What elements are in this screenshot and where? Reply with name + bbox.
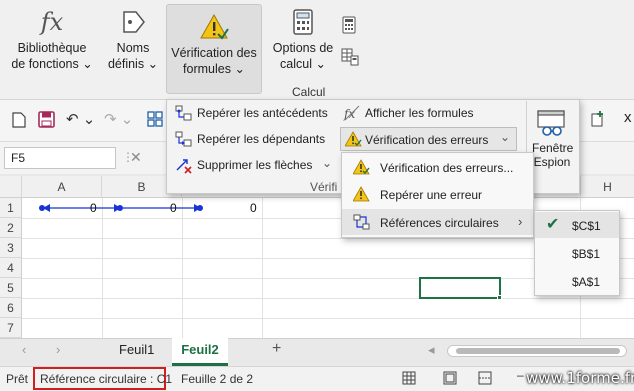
calculator-icon — [293, 9, 313, 35]
defined-names-button[interactable]: Noms définis ⌄ — [104, 0, 162, 95]
circular-ref-item-a1[interactable]: $A$1 — [572, 275, 600, 289]
show-formulas-icon: fx — [343, 105, 360, 121]
error-checking-chevron-icon: ⌄ — [500, 130, 511, 144]
remove-arrows-icon — [176, 159, 192, 174]
fx-icon: fx — [40, 8, 64, 36]
remove-arrows-chevron-icon[interactable]: ⌄ — [322, 156, 332, 170]
row-header-7[interactable]: 7 — [0, 318, 22, 338]
svg-text:fx: fx — [343, 107, 355, 121]
formula-auditing-button[interactable]: Vérification des formules ⌄ — [166, 4, 262, 94]
watermark: www.1forme.fr — [526, 369, 634, 387]
qat-right-label: x — [624, 109, 632, 126]
error-check-icon — [353, 159, 370, 175]
tag-icon — [123, 11, 145, 33]
sheet-tab-feuil2-label: Feuil2 — [181, 342, 219, 357]
page-break-icon[interactable] — [478, 371, 492, 385]
cell-c1[interactable]: 0 — [250, 201, 257, 215]
next-sheet-icon[interactable]: › — [56, 342, 60, 357]
trace-error-item[interactable]: Repérer une erreur — [380, 188, 482, 202]
calculate-now-icon[interactable] — [341, 16, 357, 34]
error-checking-icon — [345, 131, 362, 147]
calculation-options-label: Options de — [272, 41, 334, 55]
grid-line — [22, 298, 634, 299]
select-all[interactable] — [0, 176, 22, 198]
function-library-label-2: de fonctions ⌄ — [11, 57, 93, 71]
name-box-value: F5 — [11, 151, 26, 165]
cell-a1[interactable]: 0 — [90, 201, 97, 215]
grid-line — [262, 198, 263, 338]
circular-reference-icon — [353, 214, 370, 230]
column-header-a[interactable]: A — [22, 176, 102, 198]
status-ready: Prêt — [6, 372, 29, 386]
calculate-sheet-icon[interactable] — [341, 48, 359, 66]
formula-auditing-label: Vérification des — [171, 46, 257, 60]
watch-window-icon — [537, 110, 565, 136]
remove-arrows-item[interactable]: Supprimer les flèches — [197, 158, 312, 172]
warning-icon — [353, 186, 370, 202]
circular-ref-item-c1[interactable]: $C$1 — [572, 219, 601, 233]
error-checking-item[interactable]: Vérification des erreurs... — [380, 161, 513, 175]
calculation-options-label-2: calcul ⌄ — [280, 57, 326, 71]
zoom-minus-icon[interactable]: – — [517, 368, 524, 382]
function-library-label: Bibliothèque — [17, 41, 87, 55]
row-header-3[interactable]: 3 — [0, 238, 22, 258]
row-header-5[interactable]: 5 — [0, 278, 22, 298]
circular-references-label: Références circulaires — [380, 216, 499, 230]
trace-dependents-item[interactable]: Repérer les dépendants — [197, 132, 325, 146]
grid-line — [182, 198, 183, 338]
sheet-tab-feuil2[interactable]: Feuil2 — [172, 338, 228, 366]
defined-names-label-2: définis ⌄ — [107, 57, 159, 71]
function-library-button[interactable]: fx Bibliothèque de fonctions ⌄ — [8, 0, 96, 95]
check-icon: ✔ — [546, 216, 560, 233]
normal-view-icon[interactable] — [402, 371, 416, 385]
undo-icon[interactable]: ↶ ⌄ — [66, 110, 95, 128]
hscroll-left-icon[interactable]: ◂ — [428, 342, 435, 358]
status-circular-reference[interactable]: Référence circulaire : C1 — [40, 372, 172, 386]
formula-auditing-label-2: formules ⌄ — [183, 62, 245, 76]
error-checking-label: Vérification des erreurs — [365, 133, 489, 147]
column-header-h[interactable]: H — [580, 176, 634, 198]
add-sheet-button[interactable]: + — [272, 340, 281, 358]
row-header-1[interactable]: 1 — [0, 198, 22, 218]
cell-b1[interactable]: 0 — [170, 201, 177, 215]
horizontal-scrollbar[interactable] — [447, 345, 627, 357]
trace-dependents-icon — [175, 131, 192, 147]
grid-line — [22, 318, 634, 319]
row-header-2[interactable]: 2 — [0, 218, 22, 238]
submenu-arrow-icon: › — [518, 214, 523, 229]
ribbon: fx Bibliothèque de fonctions ⌄ Noms défi… — [0, 0, 634, 100]
watch-window-label-2[interactable]: Espion — [532, 155, 572, 169]
show-formulas-item[interactable]: Afficher les formules — [365, 106, 474, 120]
prev-sheet-icon[interactable]: ‹ — [22, 342, 26, 357]
status-sheet-info: Feuille 2 de 2 — [181, 372, 254, 386]
row-header-6[interactable]: 6 — [0, 298, 22, 318]
watch-window-label[interactable]: Fenêtre — [532, 141, 573, 155]
defined-names-label: Noms — [116, 41, 150, 55]
sheet-tab-feuil1[interactable]: Feuil1 — [119, 342, 154, 357]
calculation-options-button[interactable]: Options de calcul ⌄ — [268, 0, 338, 95]
redo-icon[interactable]: ↷ ⌄ — [104, 110, 133, 128]
cancel-icon[interactable]: ✕ — [130, 149, 142, 166]
trace-arrows — [39, 204, 203, 212]
calculation-group-label: Calcul — [292, 85, 326, 99]
name-box[interactable]: F5 — [4, 147, 116, 169]
row-header-4[interactable]: 4 — [0, 258, 22, 278]
selected-cell-f5[interactable] — [419, 277, 501, 299]
scroll-thumb[interactable] — [456, 348, 620, 354]
page-layout-icon[interactable] — [443, 371, 457, 385]
grid-line — [102, 198, 103, 338]
trace-precedents-item[interactable]: Repérer les antécédents — [197, 106, 328, 120]
fill-handle[interactable] — [497, 295, 502, 300]
trace-precedents-icon — [175, 105, 192, 121]
warning-check-icon — [200, 13, 229, 40]
save-icon[interactable] — [38, 111, 55, 128]
auditing-group-label: Vérifi — [310, 180, 338, 194]
circular-ref-item-b1[interactable]: $B$1 — [572, 247, 600, 261]
new-file-icon[interactable] — [12, 112, 26, 128]
grid-icon[interactable] — [147, 111, 163, 127]
insert-function-icon[interactable] — [590, 110, 606, 128]
